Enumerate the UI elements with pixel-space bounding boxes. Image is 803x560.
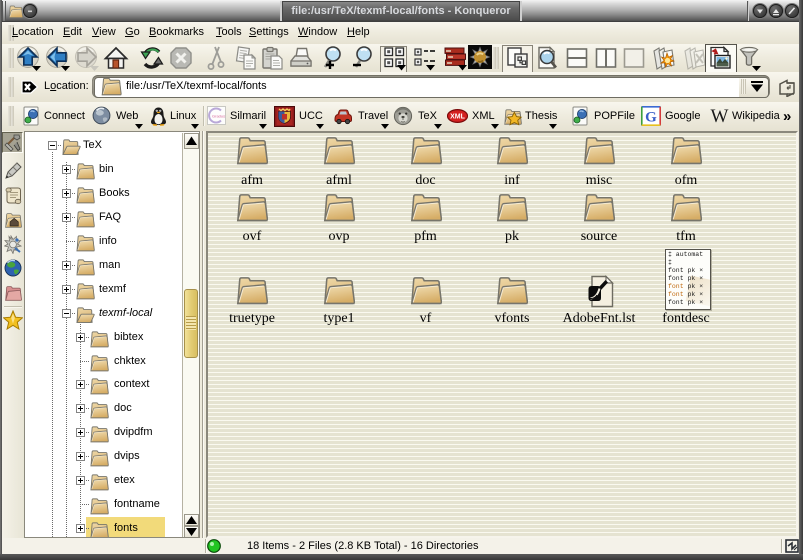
svg-text:G: G: [645, 110, 657, 126]
svg-text:W: W: [711, 106, 729, 125]
svg-text:XML: XML: [450, 114, 466, 121]
svg-text:Gradus: Gradus: [212, 114, 225, 119]
